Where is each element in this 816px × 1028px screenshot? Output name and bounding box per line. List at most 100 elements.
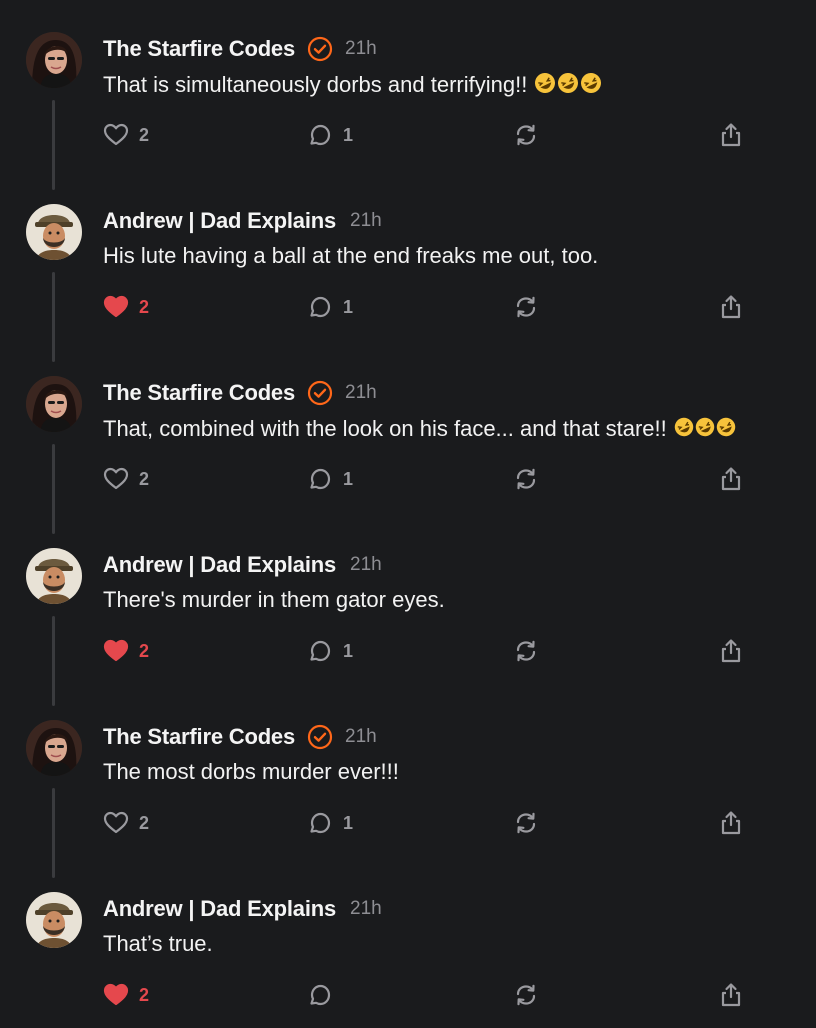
author-name[interactable]: Andrew | Dad Explains	[103, 896, 336, 922]
comment-header: Andrew | Dad Explains 21h	[103, 207, 382, 235]
timestamp[interactable]: 21h	[345, 38, 377, 60]
comment-header: The Starfire Codes 21h	[103, 379, 377, 407]
timestamp[interactable]: 21h	[350, 898, 382, 920]
speech-bubble-icon	[310, 296, 331, 318]
avatar-starfire[interactable]	[26, 32, 82, 88]
restack-button[interactable]	[513, 980, 539, 1010]
comment-body: The most dorbs murder ever!!!	[103, 759, 399, 785]
comment: Andrew | Dad Explains 21h That’s true. 2	[0, 860, 816, 1028]
author-name[interactable]: Andrew | Dad Explains	[103, 208, 336, 234]
like-count: 2	[139, 984, 150, 1005]
comment: The Starfire Codes 21h The most dorbs mu…	[0, 688, 816, 878]
heart-icon	[103, 811, 129, 834]
author-name[interactable]: The Starfire Codes	[103, 724, 295, 750]
speech-bubble-icon	[310, 812, 331, 834]
comment: The Starfire Codes 21h That is simultane…	[0, 0, 816, 190]
check-badge-icon	[307, 724, 333, 750]
share-button[interactable]	[719, 808, 743, 838]
share-upload-icon	[721, 467, 741, 491]
share-button[interactable]	[719, 120, 743, 150]
restack-button[interactable]	[513, 120, 539, 150]
share-upload-icon	[721, 295, 741, 319]
speech-bubble-icon	[310, 984, 331, 1006]
restack-arrows-icon	[516, 640, 536, 662]
comment-body: That, combined with the look on his face…	[103, 415, 735, 445]
comment-actions: 2 1	[103, 808, 753, 838]
heart-icon	[103, 467, 129, 490]
reply-button[interactable]	[307, 980, 343, 1010]
heart-icon	[103, 639, 129, 662]
share-button[interactable]	[719, 636, 743, 666]
like-count: 2	[139, 296, 150, 317]
reply-button[interactable]: 1	[307, 464, 353, 494]
author-name[interactable]: The Starfire Codes	[103, 380, 295, 406]
comment-body: That is simultaneously dorbs and terrify…	[103, 71, 602, 101]
comment-text: The most dorbs murder ever!!!	[103, 759, 399, 784]
comment-actions: 2 1	[103, 636, 753, 666]
like-button[interactable]: 2	[103, 292, 149, 322]
share-button[interactable]	[719, 464, 743, 494]
comment-body: There's murder in them gator eyes.	[103, 587, 445, 613]
avatar-starfire[interactable]	[26, 376, 82, 432]
check-badge-icon	[307, 36, 333, 62]
like-count: 2	[139, 640, 150, 661]
restack-button[interactable]	[513, 808, 539, 838]
share-upload-icon	[721, 811, 741, 835]
reply-count: 1	[343, 640, 354, 661]
comment-header: The Starfire Codes 21h	[103, 35, 377, 63]
author-name[interactable]: Andrew | Dad Explains	[103, 552, 336, 578]
timestamp[interactable]: 21h	[350, 554, 382, 576]
avatar-starfire[interactable]	[26, 720, 82, 776]
reply-count: 1	[343, 468, 354, 489]
restack-button[interactable]	[513, 464, 539, 494]
comment: Andrew | Dad Explains 21h His lute havin…	[0, 172, 816, 362]
restack-arrows-icon	[516, 468, 536, 490]
comment-actions: 2 1	[103, 292, 753, 322]
comment-text: That, combined with the look on his face…	[103, 416, 667, 441]
share-upload-icon	[721, 123, 741, 147]
comment: The Starfire Codes 21h That, combined wi…	[0, 344, 816, 534]
comment-text: His lute having a ball at the end freaks…	[103, 243, 599, 268]
reply-button[interactable]: 1	[307, 636, 353, 666]
avatar-andrew[interactable]	[26, 204, 82, 260]
reply-count: 1	[343, 296, 354, 317]
timestamp[interactable]: 21h	[345, 382, 377, 404]
rolling-on-floor-laughing-icon	[532, 71, 602, 101]
restack-arrows-icon	[516, 296, 536, 318]
heart-icon	[103, 295, 129, 318]
comment-thread: The Starfire Codes 21h That is simultane…	[0, 0, 816, 1028]
reply-button[interactable]: 1	[307, 292, 353, 322]
restack-button[interactable]	[513, 636, 539, 666]
comment-actions: 2	[103, 980, 753, 1010]
share-button[interactable]	[719, 980, 743, 1010]
comment-body: His lute having a ball at the end freaks…	[103, 243, 598, 269]
check-badge-icon	[307, 380, 333, 406]
speech-bubble-icon	[310, 640, 331, 662]
like-button[interactable]: 2	[103, 464, 149, 494]
heart-icon	[103, 983, 129, 1006]
comment-header: Andrew | Dad Explains 21h	[103, 895, 382, 923]
heart-icon	[103, 123, 129, 146]
comment-header: Andrew | Dad Explains 21h	[103, 551, 382, 579]
restack-button[interactable]	[513, 292, 539, 322]
timestamp[interactable]: 21h	[350, 210, 382, 232]
like-count: 2	[139, 812, 150, 833]
comment-header: The Starfire Codes 21h	[103, 723, 377, 751]
restack-arrows-icon	[516, 812, 536, 834]
reply-button[interactable]: 1	[307, 808, 353, 838]
avatar-andrew[interactable]	[26, 892, 82, 948]
avatar-andrew[interactable]	[26, 548, 82, 604]
reply-button[interactable]: 1	[307, 120, 353, 150]
like-button[interactable]: 2	[103, 980, 149, 1010]
share-upload-icon	[721, 639, 741, 663]
reply-count: 1	[343, 124, 354, 145]
timestamp[interactable]: 21h	[345, 726, 377, 748]
share-upload-icon	[721, 983, 741, 1007]
like-button[interactable]: 2	[103, 636, 149, 666]
like-button[interactable]: 2	[103, 808, 149, 838]
comment-body: That’s true.	[103, 931, 213, 957]
share-button[interactable]	[719, 292, 743, 322]
restack-arrows-icon	[516, 984, 536, 1006]
author-name[interactable]: The Starfire Codes	[103, 36, 295, 62]
like-button[interactable]: 2	[103, 120, 149, 150]
